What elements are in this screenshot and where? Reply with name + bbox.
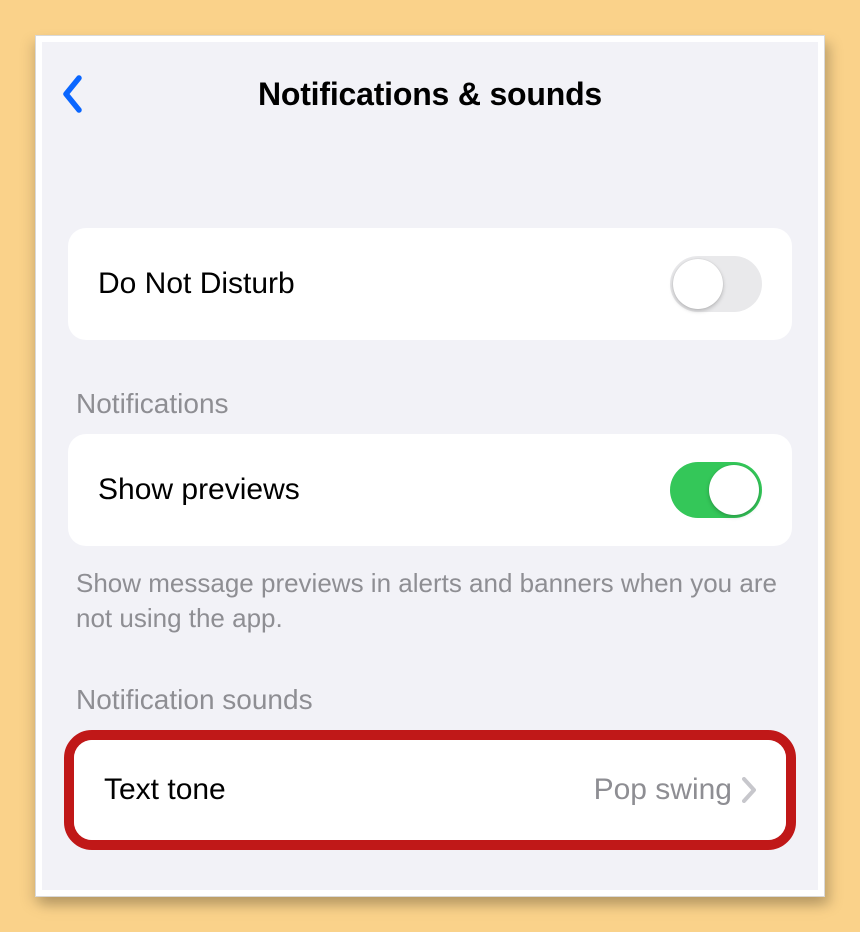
back-button[interactable] [50, 72, 94, 116]
group-previews: Show previews [68, 434, 792, 546]
content: Do Not Disturb Notifications Show previe… [42, 138, 818, 850]
row-show-previews[interactable]: Show previews [68, 434, 792, 546]
row-do-not-disturb[interactable]: Do Not Disturb [68, 228, 792, 340]
phone-frame: Notifications & sounds Do Not Disturb No… [35, 35, 825, 897]
toggle-knob [673, 259, 723, 309]
row-label-previews: Show previews [98, 473, 300, 507]
section-header-sounds: Notification sounds [68, 636, 792, 730]
highlight-text-tone: Text tone Pop swing [64, 730, 796, 850]
value-text-tone: Pop swing [594, 773, 732, 807]
toggle-show-previews[interactable] [670, 462, 762, 518]
chevron-right-icon [742, 777, 756, 803]
row-detail-right: Pop swing [594, 773, 756, 807]
row-label-dnd: Do Not Disturb [98, 267, 295, 301]
settings-screen: Notifications & sounds Do Not Disturb No… [42, 42, 818, 890]
section-header-notifications: Notifications [68, 340, 792, 434]
row-label-text-tone: Text tone [104, 773, 226, 807]
footer-note-previews: Show message previews in alerts and bann… [68, 546, 792, 636]
nav-bar: Notifications & sounds [42, 50, 818, 138]
chevron-left-icon [61, 75, 83, 113]
group-dnd: Do Not Disturb [68, 228, 792, 340]
toggle-knob [709, 465, 759, 515]
toggle-do-not-disturb[interactable] [670, 256, 762, 312]
page-title: Notifications & sounds [258, 76, 602, 113]
row-text-tone[interactable]: Text tone Pop swing [74, 740, 786, 840]
group-text-tone: Text tone Pop swing [74, 740, 786, 840]
